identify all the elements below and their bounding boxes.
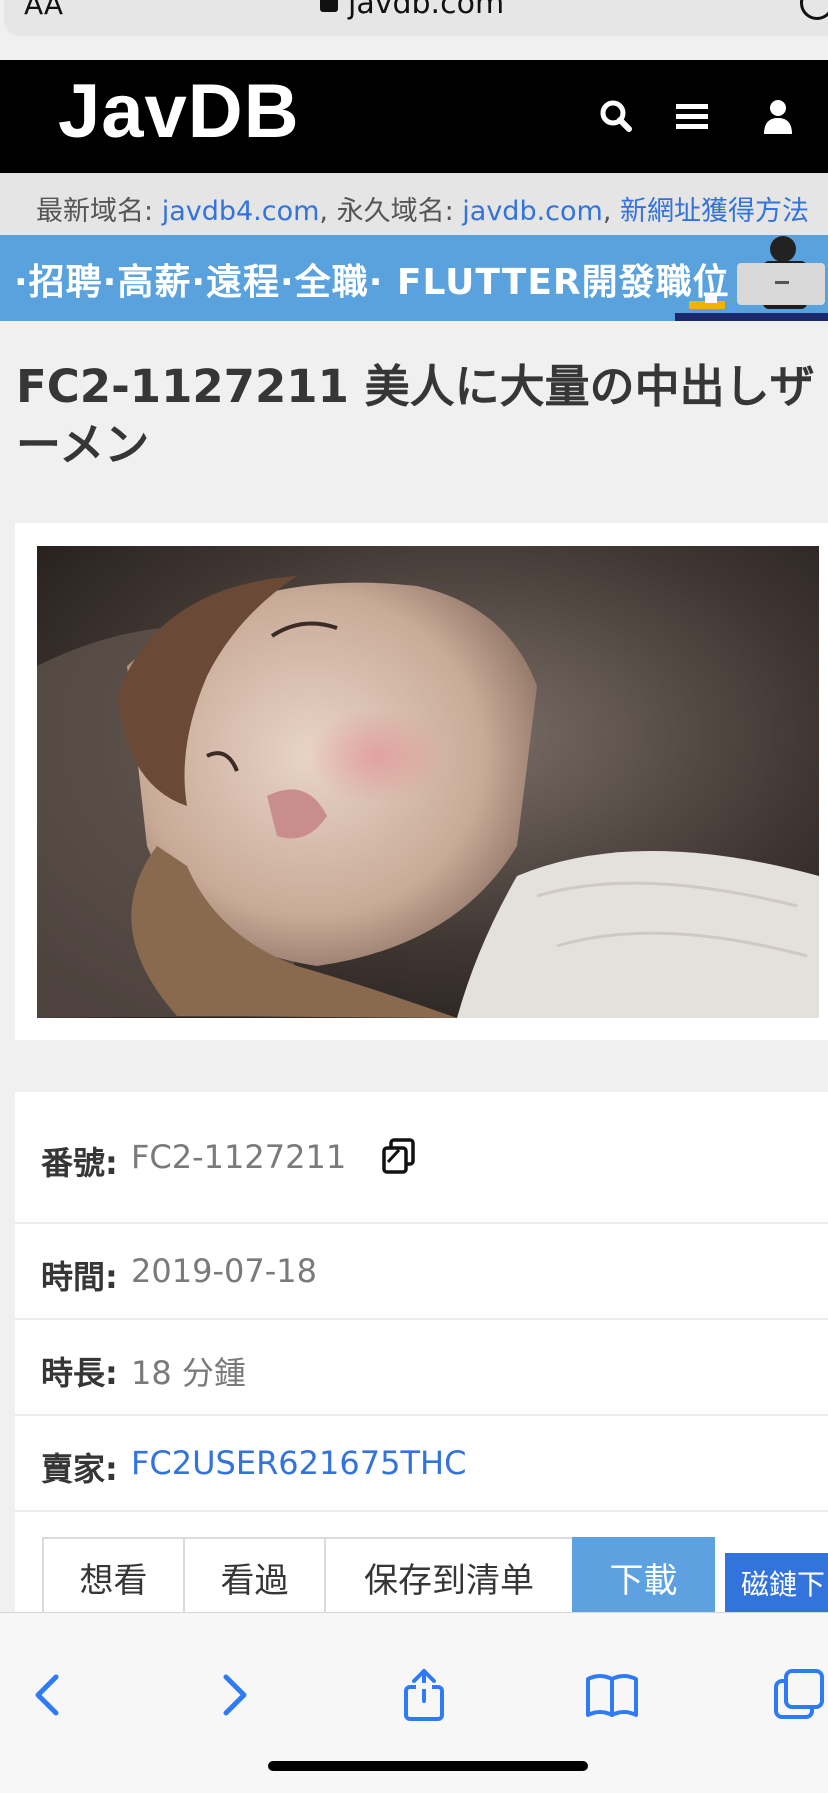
domain-notice-text: 最新域名: javdb4.com, 永久域名: javdb.com, 新網址獲得… (36, 189, 809, 228)
address-bar-area: AA javdb.com (0, 0, 828, 60)
separator-2: , (602, 196, 621, 227)
domain-notice: 最新域名: javdb4.com, 永久域名: javdb.com, 新網址獲得… (0, 173, 828, 235)
menu-icon[interactable] (672, 96, 712, 136)
code-value: FC2-1127211 (131, 1138, 347, 1176)
lock-icon (320, 0, 338, 12)
code-label: 番號: (41, 1144, 118, 1182)
url-text: javdb.com (348, 0, 505, 21)
seller-link[interactable]: FC2USER621675THC (131, 1444, 466, 1482)
date-value: 2019-07-18 (131, 1252, 317, 1290)
bookmarks-icon[interactable] (584, 1667, 640, 1723)
banner-illustration (675, 236, 828, 321)
separator: , (319, 196, 337, 227)
site-logo[interactable]: JavDB (58, 74, 300, 150)
forward-icon[interactable] (206, 1667, 262, 1723)
seller-label: 賣家: (41, 1450, 118, 1488)
info-row-duration: 時長: 18 分鍾 (15, 1318, 828, 1416)
download-button[interactable]: 下載 (572, 1537, 715, 1617)
permanent-domain-link[interactable]: javdb.com (462, 196, 603, 227)
watched-button[interactable]: 看過 (183, 1537, 326, 1617)
url-field[interactable]: javdb.com (320, 0, 504, 21)
want-button[interactable]: 想看 (42, 1537, 185, 1617)
navbar: JavDB (0, 60, 828, 173)
back-icon[interactable] (20, 1667, 76, 1723)
date-label: 時間: (41, 1258, 118, 1296)
latest-domain-link[interactable]: javdb4.com (162, 196, 320, 227)
share-icon[interactable] (396, 1667, 452, 1723)
info-row-date: 時間: 2019-07-18 (15, 1222, 828, 1320)
cover-photo (37, 546, 819, 1018)
info-row-code: 番號: FC2-1127211 (15, 1092, 828, 1224)
save-to-list-button[interactable]: 保存到清单 (324, 1537, 574, 1617)
copy-icon[interactable] (379, 1136, 419, 1176)
tabs-icon[interactable] (770, 1667, 826, 1723)
cover-image[interactable] (37, 546, 819, 1018)
latest-domain-label: 最新域名: (36, 196, 162, 227)
duration-label: 時長: (41, 1354, 118, 1392)
browser-toolbar (0, 1612, 828, 1793)
home-indicator (268, 1761, 588, 1771)
cover-card (15, 523, 828, 1040)
duration-value: 18 分鍾 (131, 1354, 246, 1392)
search-icon[interactable] (596, 96, 636, 136)
banner-text: ·招聘·高薪·遠程·全職· FLUTTER開發職位 (14, 262, 730, 303)
new-url-link[interactable]: 新網址獲得方法 (620, 196, 809, 227)
job-banner[interactable]: ·招聘·高薪·遠程·全職· FLUTTER開發職位 (0, 235, 828, 321)
user-icon[interactable] (758, 96, 798, 136)
movie-title: FC2-1127211 美人に大量の中出しザーメン (16, 360, 815, 471)
info-row-seller: 賣家: FC2USER621675THC (15, 1414, 828, 1512)
permanent-domain-label: 永久域名: (336, 196, 463, 227)
magnet-download-button[interactable]: 磁鏈下 (725, 1553, 828, 1613)
text-size-button[interactable]: AA (24, 0, 63, 21)
